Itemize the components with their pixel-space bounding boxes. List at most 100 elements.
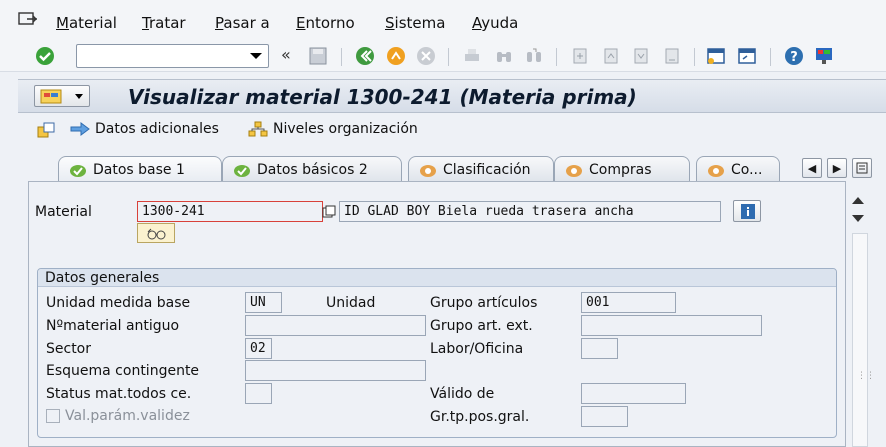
chevron-left-icon: ◀ [807,161,817,175]
save-icon[interactable] [308,46,328,66]
menu-ayuda[interactable]: Ayuda [472,14,518,32]
division-field[interactable]: 02 [245,338,272,359]
info-button[interactable] [733,200,761,222]
material-group-field[interactable]: 001 [581,292,676,313]
page-title: Visualizar material 1300-241 (Materia pr… [128,85,637,109]
cancel-icon[interactable] [416,46,436,66]
back-icon[interactable] [355,46,375,66]
scroll-grip-icon[interactable]: ⋮⋮ [857,372,875,381]
info-icon [741,204,755,219]
x-plant-status-field[interactable] [245,383,272,404]
contingent-field[interactable] [245,360,426,381]
toolbar-separator [694,48,695,66]
command-field[interactable] [76,44,269,68]
title-bar: Visualizar material 1300-241 (Materia pr… [18,79,886,113]
tab-datos-base-1[interactable]: Datos base 1 [58,156,222,182]
gen-item-cat-label: Gr.tp.pos.gral. [430,409,530,425]
toolbar-separator [341,48,342,66]
material-group-value: 001 [586,295,610,310]
last-page-icon[interactable] [662,46,682,66]
status-pending-icon [566,164,582,177]
lab-office-label: Labor/Oficina [430,341,524,357]
scroll-up-icon[interactable] [852,197,864,204]
previous-page-icon[interactable] [601,46,621,66]
gui-menu-button[interactable] [34,85,90,107]
tab-compras[interactable]: Compras [554,156,690,182]
tab-label: Clasificación [443,161,531,178]
menu-bar: Material Tratar Pasar a Entorno Sistema … [0,0,886,40]
material-description-field: ID GLAD BOY Biela rueda trasera ancha [339,201,721,222]
tab-label: Co... [731,161,763,178]
tab-scroll-right-button[interactable]: ▶ [827,158,847,178]
ext-group-field[interactable] [581,315,762,336]
validity-params-label: Val.parám.validez [65,408,190,424]
find-icon[interactable] [494,46,514,66]
arrow-right-icon [70,122,90,136]
scroll-down-icon[interactable] [852,215,864,222]
material-number-field[interactable]: 1300-241 [137,201,323,222]
toolbar-separator [770,48,771,66]
chevron-down-icon[interactable] [250,53,262,59]
material-group-label: Grupo artículos [430,295,538,311]
additional-data-button[interactable]: Datos adicionales [70,121,219,137]
tab-co[interactable]: Co... [696,156,780,182]
tab-scroll-left-button[interactable]: ◀ [802,158,822,178]
status-pending-icon [420,164,436,177]
copy-icon[interactable] [322,205,336,219]
standard-toolbar: « ? [0,40,886,72]
additional-data-label: Datos adicionales [95,121,219,137]
new-session-icon[interactable] [706,46,726,66]
tab-label: Datos base 1 [93,161,185,178]
chevron-down-icon [75,94,83,99]
material-description-value: ID GLAD BOY Biela rueda trasera ancha [344,204,634,219]
menu-tratar[interactable]: Tratar [142,14,186,32]
hierarchy-icon [248,121,268,137]
ext-group-label: Grupo art. ext. [430,318,533,334]
valid-from-field[interactable] [581,383,686,404]
menu-entorno[interactable]: Entorno [296,14,355,32]
base-unit-label: Unidad medida base [46,295,191,311]
status-pending-icon [708,164,724,177]
system-menu-icon[interactable] [18,12,38,28]
lab-office-field[interactable] [581,338,618,359]
tab-clasificacion[interactable]: Clasificación [408,156,554,182]
material-label: Material [35,204,92,220]
tab-list-icon [856,162,868,174]
x-plant-status-label: Status mat.todos ce. [46,386,192,402]
division-value: 02 [250,341,266,356]
validity-params-checkbox[interactable] [46,409,60,423]
general-data-group: Datos generales Unidad medida base UN Un… [37,268,837,438]
org-levels-button[interactable]: Niveles organización [248,121,418,137]
svg-text:?: ? [790,50,798,65]
valid-from-label: Válido de [430,386,495,402]
gen-item-cat-field[interactable] [581,406,628,427]
enter-check-icon[interactable] [35,46,55,66]
org-levels-label: Niveles organización [273,121,418,137]
print-icon[interactable] [462,46,482,66]
contingent-label: Esquema contingente [46,363,200,379]
other-material-button[interactable] [36,121,56,139]
glasses-icon [147,228,166,240]
exit-icon[interactable] [386,46,406,66]
additional-data-pushbutton[interactable] [137,223,175,243]
menu-sistema[interactable]: Sistema [385,14,445,32]
menu-material[interactable]: Material [56,14,117,32]
tab-datos-basicos-2[interactable]: Datos básicos 2 [222,156,402,182]
menu-pasar-a[interactable]: Pasar a [215,14,270,32]
check-status-icon [234,164,250,177]
collapse-command-icon[interactable]: « [281,45,301,65]
tab-label: Compras [589,161,652,178]
check-status-icon [70,164,86,177]
old-material-label: Nºmaterial antiguo [46,318,180,334]
old-material-field[interactable] [245,315,426,336]
next-page-icon[interactable] [631,46,651,66]
vertical-scrollbar[interactable]: ⋮⋮ [846,181,886,447]
shortcut-icon[interactable] [737,46,757,66]
scroll-track[interactable]: ⋮⋮ [852,233,875,447]
find-next-icon[interactable] [524,46,544,66]
tab-list-button[interactable] [852,158,872,178]
help-icon[interactable]: ? [784,46,804,66]
base-unit-field[interactable]: UN [245,292,282,313]
first-page-icon[interactable] [570,46,590,66]
customize-layout-icon[interactable] [814,46,834,66]
